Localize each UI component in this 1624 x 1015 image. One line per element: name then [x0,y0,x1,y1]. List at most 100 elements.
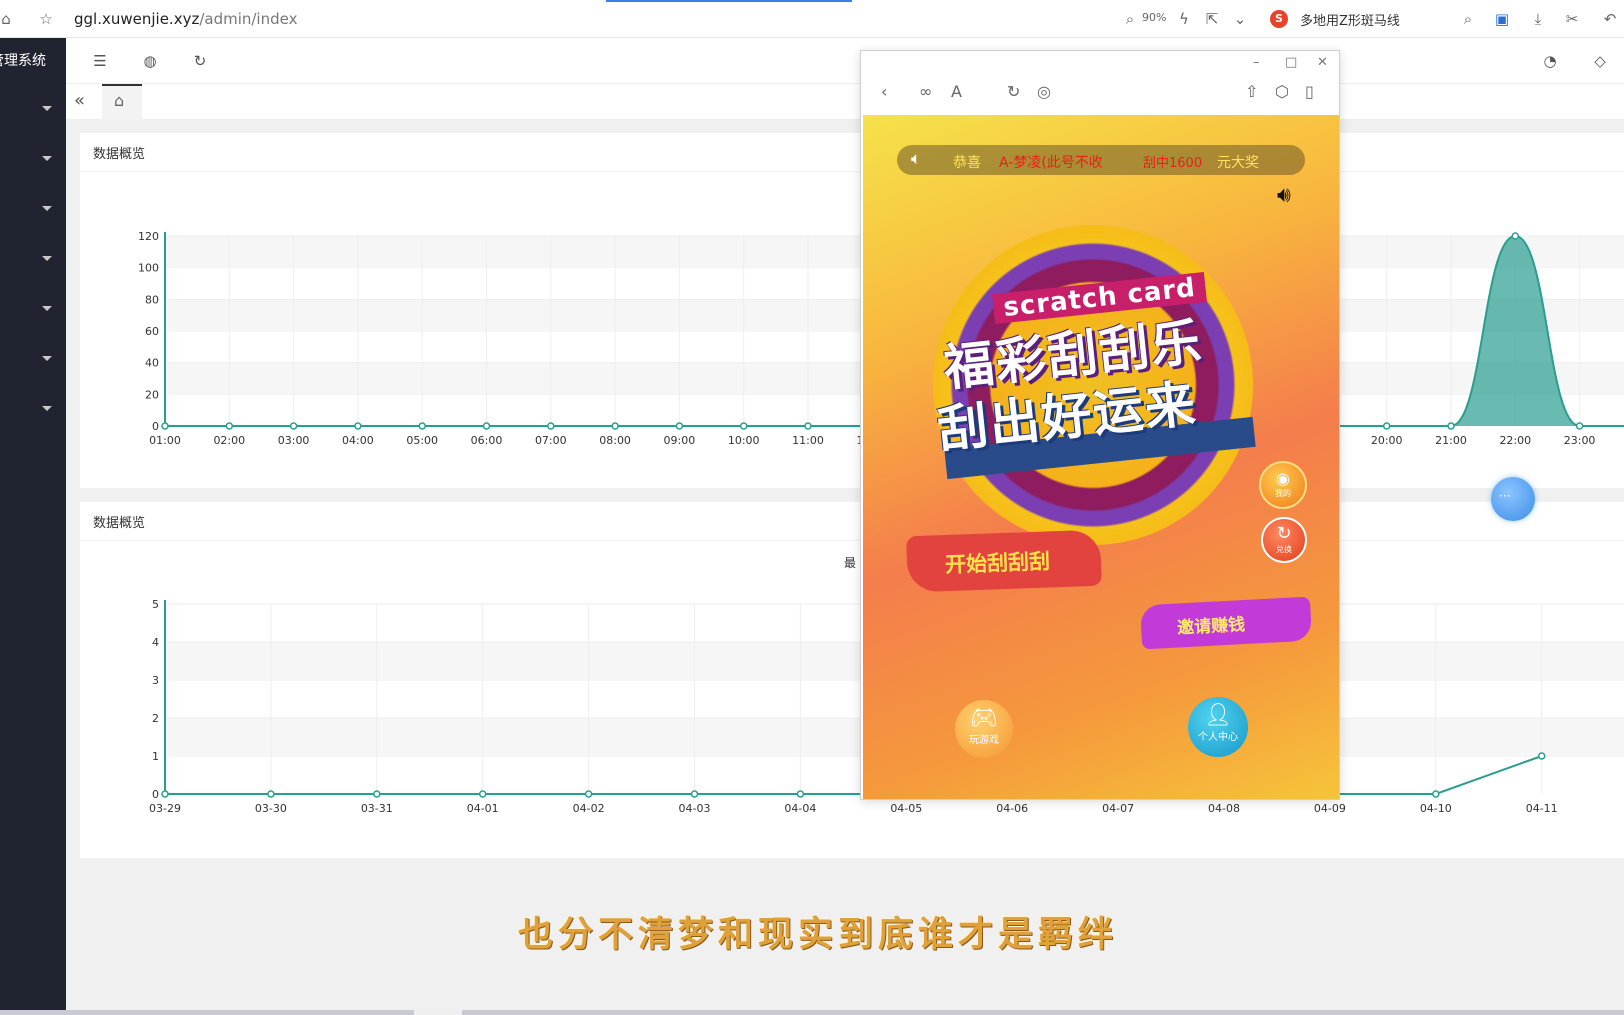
y-tick-label: 120 [138,230,159,243]
x-tick-label: 04:00 [342,434,374,447]
sidebar-item-6-arrow[interactable] [42,356,52,361]
data-point [289,422,298,430]
refresh-icon[interactable]: ↻ [190,52,210,70]
globe-icon[interactable]: ◍ [140,52,160,70]
speaker-icon[interactable]: 🔈︎ [911,149,921,169]
sidebar-item-5-arrow[interactable] [42,306,52,311]
y-tick-label: 40 [145,357,159,370]
link-icon[interactable]: ∞ [919,82,932,101]
x-tick-label: 04-09 [1314,802,1346,815]
compass-icon[interactable]: ◎ [1037,82,1051,101]
x-tick-label: 03-30 [255,802,287,815]
active-tab-indicator [606,0,852,2]
sidebar-item-4-arrow[interactable] [42,256,52,261]
data-point [1382,422,1391,430]
data-point [804,422,812,430]
play-game-button[interactable]: 🎮︎ 玩游戏 [955,700,1013,758]
x-tick-label: 02:00 [213,434,245,447]
share-icon[interactable]: ⇧ [1245,82,1258,101]
cube-icon[interactable]: ⬡ [1275,82,1289,101]
bookmark-star-icon[interactable]: ☆ [36,9,56,29]
sidebar-item-1-arrow[interactable] [42,106,52,111]
sidebar: 管理系统 [0,38,66,1015]
browser-toolbar: ⌂ ☆ ggl.xuwenjie.xyz/admin/index ⌕ 90% ϟ… [0,0,1624,38]
share-icon[interactable]: ⇱ [1202,9,1222,29]
data-point [690,790,699,798]
x-tick-label: 04-08 [1208,802,1240,815]
data-point [161,422,169,430]
data-point [482,422,491,430]
y-tick-label: 80 [145,293,159,306]
x-tick-label: 04-04 [784,802,816,815]
y-tick-label: 5 [152,598,159,611]
scrollbar-thumb[interactable] [414,1010,462,1015]
user-icon: 👤︎ [1204,703,1232,728]
back-icon[interactable]: ‹ [881,82,887,101]
x-tick-label: 04-06 [996,802,1028,815]
start-scratch-button[interactable]: 开始刮刮刮 [906,529,1102,593]
lightning-icon[interactable]: ϟ [1174,9,1194,29]
x-tick-label: 03:00 [278,434,310,447]
exchange-label: 兑换 [1276,545,1292,554]
invite-earn-button[interactable]: 邀请赚钱 [1139,596,1313,650]
font-size-icon[interactable]: A [951,82,962,101]
tag-icon[interactable]: ◇ [1590,52,1610,70]
data-point [373,790,381,798]
zoom-icon[interactable]: ⌕ [1120,9,1140,29]
zoom-level[interactable]: 90% [1142,11,1166,24]
y-tick-label: 0 [152,420,159,433]
invite-earn-label: 邀请赚钱 [1176,615,1246,639]
start-scratch-label: 开始刮刮刮 [944,549,1051,578]
collapse-tabs-icon[interactable]: « [74,90,85,111]
sidebar-title: 管理系统 [0,53,46,69]
x-tick-label: 04-07 [1102,802,1134,815]
x-tick-label: 03-29 [149,802,181,815]
minimize-icon[interactable]: – [1253,55,1260,70]
address-bar[interactable]: ggl.xuwenjie.xyz/admin/index [74,10,297,28]
data-point [675,422,684,430]
device-icon[interactable]: ▯ [1305,82,1314,101]
my-prize-button[interactable]: ◉ 我的 [1259,461,1307,509]
x-tick-label: 21:00 [1435,434,1467,447]
menu-toggle-icon[interactable]: ☰ [90,52,110,70]
data-point [1537,752,1546,760]
tab-home[interactable]: ⌂ [102,84,142,120]
data-point [1432,790,1440,798]
y-tick-label: 2 [152,712,159,725]
personal-center-label: 个人中心 [1198,732,1238,743]
reload-icon[interactable]: ↻ [1007,82,1020,101]
marquee-suffix: 元大奖 [1217,155,1259,171]
x-tick-label: 05:00 [406,434,438,447]
floating-assist-ball[interactable]: ··· [1491,477,1535,521]
data-point [739,422,748,430]
sidebar-item-7-arrow[interactable] [42,406,52,411]
undo-icon[interactable]: ↶ [1600,9,1620,29]
maximize-icon[interactable]: □ [1285,55,1297,70]
personal-center-button[interactable]: 👤︎ 个人中心 [1188,697,1248,757]
data-point [611,422,619,430]
scissors-icon[interactable]: ✂ [1562,9,1582,29]
sidebar-item-2-arrow[interactable] [42,156,52,161]
horizontal-scrollbar[interactable] [0,1010,1624,1015]
search-suggestion[interactable]: 多地用Z形斑马线 [1300,10,1400,29]
home-icon[interactable]: ⌂ [0,9,16,29]
marquee-winner: A-梦凌(此号不收 [999,155,1103,171]
x-tick-label: 04-10 [1420,802,1452,815]
chevron-down-icon[interactable]: ⌄ [1230,9,1250,29]
data-point [547,422,555,430]
y-tick-label: 1 [152,750,159,763]
sidebar-item-3-arrow[interactable] [42,206,52,211]
search-icon[interactable]: ⌕ [1458,9,1478,29]
sogou-search-icon[interactable]: S [1270,10,1288,28]
data-point [225,422,234,430]
y-tick-label: 100 [138,262,159,275]
extension-icon[interactable]: ▣ [1492,9,1512,29]
exchange-button[interactable]: ↻ 兑换 [1261,517,1307,563]
close-icon[interactable]: ✕ [1317,55,1328,70]
x-tick-label: 06:00 [471,434,503,447]
sound-on-icon[interactable]: 🔊︎ [1277,183,1291,208]
download-icon[interactable]: ⤓ [1528,9,1548,29]
x-tick-label: 07:00 [535,434,567,447]
theme-icon[interactable]: ◔ [1540,52,1560,70]
top-nav: ☰ ◍ ↻ ◔ ◇ [66,38,1624,84]
